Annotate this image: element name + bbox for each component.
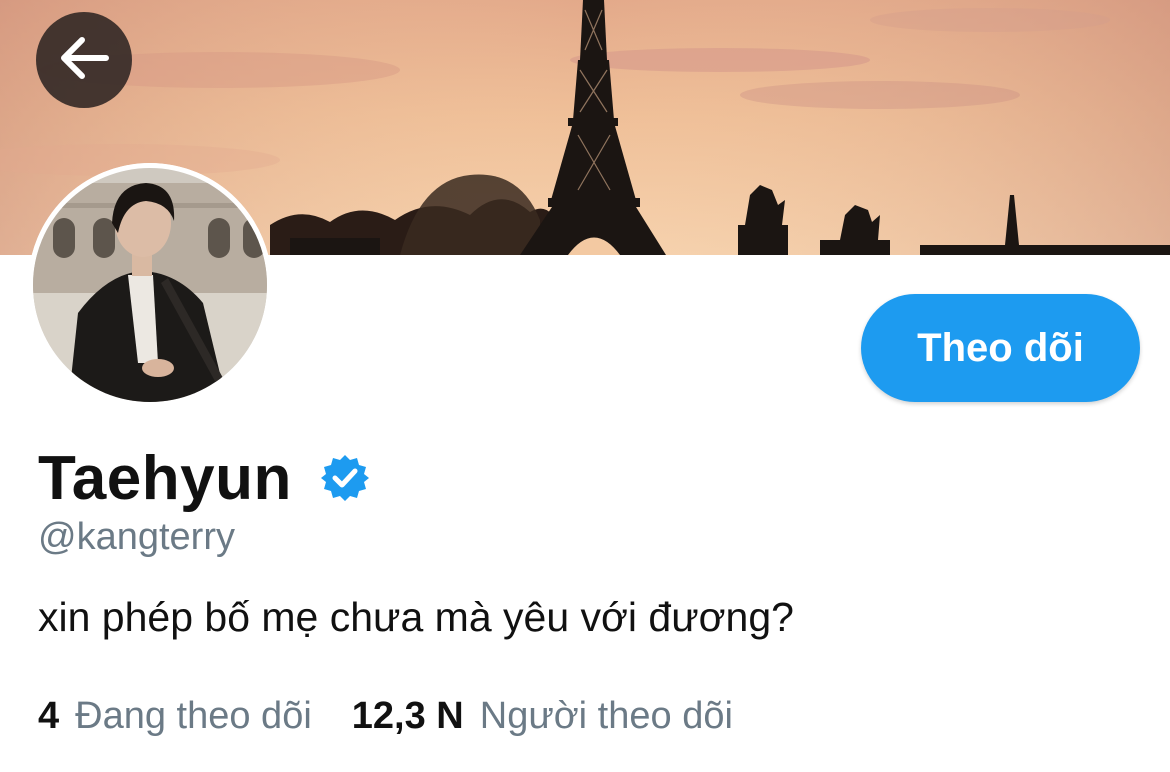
user-handle: @kangterry [38, 516, 235, 558]
avatar-photo [28, 163, 272, 407]
display-name: Taehyun [38, 443, 292, 513]
follow-button-label: Theo dõi [917, 325, 1084, 370]
arrow-left-icon [58, 36, 110, 85]
follow-stats: 4 Đang theo dõi 12,3 N Người theo dõi [38, 695, 733, 738]
profile-page: Theo dõi Taehyun @kangterry xin phép bố … [0, 0, 1170, 772]
avatar[interactable] [28, 163, 272, 407]
following-stat-link[interactable]: 4 Đang theo dõi [38, 695, 312, 738]
profile-bio: xin phép bố mẹ chưa mà yêu với đương? [38, 594, 794, 640]
followers-label: Người theo dõi [479, 695, 733, 737]
following-count: 4 [38, 695, 60, 737]
follow-button[interactable]: Theo dõi [861, 294, 1140, 402]
followers-count: 12,3 N [351, 695, 464, 737]
following-label: Đang theo dõi [75, 695, 312, 737]
display-name-row: Taehyun [38, 440, 370, 516]
verified-badge-icon [320, 453, 370, 503]
back-button[interactable] [36, 12, 132, 108]
followers-stat-link[interactable]: 12,3 N Người theo dõi [352, 695, 733, 738]
